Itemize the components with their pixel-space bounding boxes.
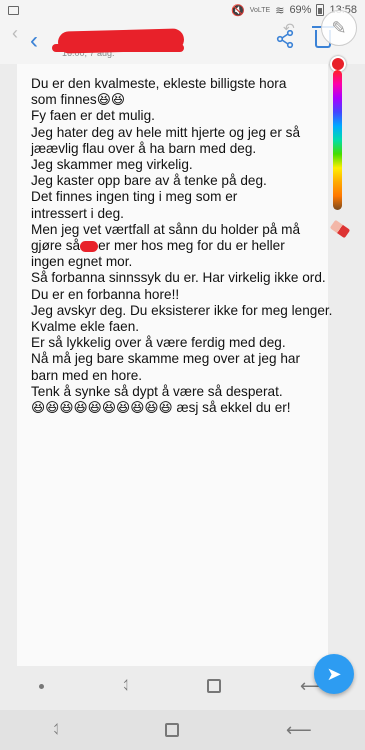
battery-icon	[316, 4, 325, 16]
note-line: Det finnes ingen ting i meg som er	[31, 189, 238, 205]
send-button[interactable]: ➤	[314, 654, 354, 694]
recents-icon[interactable]: ⥑	[53, 721, 60, 739]
home-icon[interactable]	[207, 679, 222, 693]
note-line: Tenk å synke så dypt å være så desperat.	[31, 383, 283, 399]
note-line: Fy faen er det mulig.	[31, 108, 155, 124]
note-body[interactable]: Du er den kvalmeste, ekleste billigste h…	[17, 64, 332, 704]
redacted-title-stroke	[52, 44, 184, 52]
note-line: Du er den kvalmeste, ekleste billigste h…	[31, 76, 287, 91]
note-line: Er så lykkelig over å være ferdig med de…	[31, 335, 286, 351]
status-bar: 🔇 VoLTE ≋ 69% 13:58	[0, 0, 365, 20]
back-button[interactable]: ‹	[30, 28, 38, 54]
network-indicator: VoLTE	[249, 6, 271, 14]
system-navigation-bar: ⥑ ⟵	[0, 710, 365, 750]
collapse-chevron-icon[interactable]: ‹	[12, 23, 18, 44]
note-line: Jeg avskyr deg. Du eksisterer ikke for m…	[31, 302, 333, 318]
note-line: Du er en forbanna hore!!	[31, 286, 180, 302]
wifi-icon: ≋	[275, 4, 285, 17]
note-line: jæævlig flau over å ha barn med deg.	[31, 140, 257, 156]
note-line: gjøre så er mer hos meg for du er heller	[31, 238, 337, 254]
pen-tool-button[interactable]: ✎	[321, 10, 357, 46]
note-line: intressert i deg.	[31, 205, 124, 221]
send-icon: ➤	[326, 663, 342, 684]
gallery-notification-icon	[8, 5, 19, 15]
note-line: Jeg hater deg av hele mitt hjerte og jeg…	[31, 124, 301, 140]
note-header: ‹ ‹ 16:00, 7 aug. ↶	[0, 20, 365, 64]
note-text[interactable]: Du er den kvalmeste, ekleste billigste h…	[31, 76, 337, 416]
share-icon[interactable]	[276, 30, 294, 48]
note-line: Så forbanna sinnssyk du er. Har virkelig…	[31, 270, 326, 286]
note-line-part: gjøre så	[31, 238, 81, 254]
note-line: Jeg skammer meg virkelig.	[31, 157, 193, 173]
nav-dot-icon[interactable]	[39, 683, 45, 689]
redaction-mark	[80, 240, 99, 252]
note-line: barn med en hore.	[31, 367, 143, 383]
app-bottom-bar: ⥑ ⟵	[0, 666, 365, 706]
note-line: Men jeg vet værtfall at sånn du holder p…	[31, 221, 301, 237]
pen-icon: ✎	[331, 17, 347, 38]
note-line: som finnes😆😆	[31, 92, 126, 108]
note-line-part: er mer hos meg for du er heller	[98, 238, 285, 254]
note-line: Nå må jeg bare skamme meg over at jeg ha…	[31, 351, 300, 367]
mute-icon: 🔇	[231, 4, 245, 17]
note-line: Jeg kaster opp bare av å tenke på deg.	[31, 173, 267, 189]
recents-icon[interactable]: ⥑	[123, 677, 130, 695]
home-icon[interactable]	[165, 723, 180, 737]
battery-percent: 69%	[289, 4, 312, 16]
note-line: 😆😆😆😆😆😆😆😆😆😆 æsj så ekkel du er!	[31, 400, 291, 416]
note-line: ingen egnet mor.	[31, 254, 133, 270]
color-picker-slider[interactable]	[333, 70, 342, 210]
note-line: Kvalme ekle faen.	[31, 319, 140, 335]
nav-back-icon[interactable]: ⟵	[286, 720, 312, 741]
